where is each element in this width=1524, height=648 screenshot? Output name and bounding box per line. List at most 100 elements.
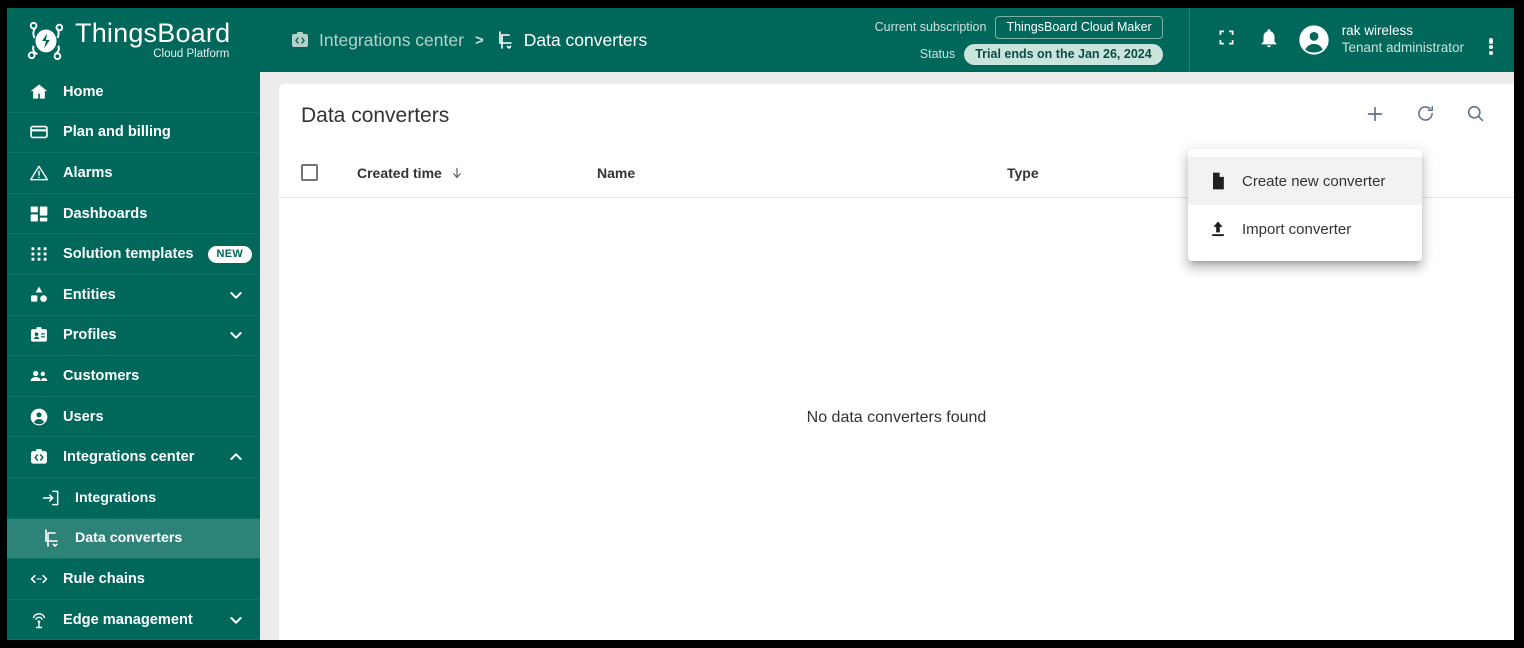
brand-subtitle: Cloud Platform [153, 47, 230, 60]
sidebar: Home Plan and billing Alarms Dashboards [7, 72, 260, 640]
arrow-down-icon [450, 166, 464, 180]
column-header-label: Created time [357, 164, 442, 181]
empty-state-message: No data converters found [806, 409, 987, 426]
fullscreen-icon [1216, 27, 1237, 53]
vertical-dots-icon [1489, 38, 1493, 55]
column-header-label: Name [597, 164, 636, 181]
alarm-warning-icon [29, 163, 49, 183]
sidebar-item-data-converters[interactable]: Data converters [7, 518, 260, 560]
integration-arrow-icon [41, 488, 61, 508]
status-row: Status Trial ends on the Jan 26, 2024 [919, 43, 1163, 65]
sidebar-item-label: Home [63, 83, 104, 100]
sidebar-item-label: Data converters [75, 530, 183, 547]
sidebar-item-label: Rule chains [63, 570, 145, 587]
app-frame: ThingsBoard Cloud Platform Integrations … [7, 8, 1514, 640]
menu-item-create-new-converter[interactable]: Create new converter [1188, 157, 1422, 205]
data-converter-icon [41, 528, 61, 548]
sidebar-item-integrations-center[interactable]: Integrations center [7, 437, 260, 478]
user-circle-icon [29, 407, 49, 427]
sidebar-item-dashboards[interactable]: Dashboards [7, 194, 260, 235]
column-header-name[interactable]: Name [597, 165, 1007, 181]
notifications-button[interactable] [1248, 19, 1290, 61]
status-label: Status [919, 47, 956, 61]
entities-icon [29, 285, 49, 305]
sidebar-item-label: Profiles [63, 327, 117, 344]
sidebar-item-label: Integrations center [63, 449, 195, 466]
sidebar-item-label: Integrations [75, 489, 157, 506]
rule-chains-icon [29, 569, 49, 589]
card-toolbar [1352, 93, 1498, 139]
sidebar-item-label: Users [63, 408, 104, 425]
search-button[interactable] [1452, 93, 1498, 139]
subscription-row: Current subscription ThingsBoard Cloud M… [874, 15, 1163, 39]
chevron-down-icon [228, 287, 244, 303]
menu-item-label: Import converter [1242, 220, 1352, 238]
sidebar-item-integrations[interactable]: Integrations [7, 478, 260, 519]
chevron-down-icon [228, 612, 244, 628]
sidebar-item-rule-chains[interactable]: Rule chains [7, 559, 260, 600]
subscription-info: Current subscription ThingsBoard Cloud M… [874, 15, 1163, 65]
brand-logo[interactable]: ThingsBoard Cloud Platform [7, 8, 260, 72]
search-icon [1465, 103, 1486, 129]
subscription-plan-badge[interactable]: ThingsBoard Cloud Maker [995, 15, 1163, 39]
brand-title: ThingsBoard [75, 17, 231, 48]
sidebar-item-label: Alarms [63, 164, 113, 181]
bell-icon [1258, 27, 1280, 54]
breadcrumb-item-data-converters[interactable]: Data converters [495, 30, 647, 51]
sidebar-item-entities[interactable]: Entities [7, 275, 260, 316]
account-circle-icon [1298, 24, 1330, 56]
chevron-down-icon [228, 327, 244, 343]
user-role: Tenant administrator [1341, 40, 1464, 55]
page-title: Data converters [301, 104, 450, 127]
top-bar: ThingsBoard Cloud Platform Integrations … [7, 8, 1514, 72]
sidebar-item-edge-management[interactable]: Edge management [7, 600, 260, 640]
refresh-button[interactable] [1402, 93, 1448, 139]
breadcrumb: Integrations center > Data converters [260, 30, 875, 51]
integrations-center-icon [29, 447, 49, 467]
column-header-created-time[interactable]: Created time [357, 165, 597, 181]
integrations-center-icon [290, 30, 310, 50]
fullscreen-button[interactable] [1206, 19, 1248, 61]
thingsboard-bug-logo-icon [25, 19, 67, 61]
select-all-checkbox[interactable] [301, 164, 318, 181]
card-header: Data converters [279, 84, 1514, 148]
column-header-label: Type [1007, 164, 1039, 181]
status-badge[interactable]: Trial ends on the Jan 26, 2024 [964, 43, 1163, 65]
empty-state: No data converters found [279, 198, 1514, 638]
menu-item-label: Create new converter [1242, 172, 1386, 190]
sidebar-item-plan-and-billing[interactable]: Plan and billing [7, 113, 260, 154]
credit-card-icon [29, 122, 49, 142]
sidebar-item-label: Plan and billing [63, 124, 171, 141]
sidebar-item-profiles[interactable]: Profiles [7, 316, 260, 357]
customers-icon [29, 366, 49, 386]
breadcrumb-separator: > [474, 31, 484, 49]
chevron-up-icon [228, 449, 244, 465]
breadcrumb-label: Integrations center [319, 29, 464, 50]
breadcrumb-item-integrations-center[interactable]: Integrations center [290, 30, 464, 51]
profiles-icon [29, 325, 49, 345]
sidebar-item-label: Solution templates [63, 246, 194, 263]
sidebar-item-label: Entities [63, 286, 116, 303]
sidebar-item-customers[interactable]: Customers [7, 356, 260, 397]
subscription-label: Current subscription [874, 20, 987, 34]
plus-icon [1364, 103, 1386, 130]
header-more-button[interactable] [1474, 19, 1508, 61]
user-menu[interactable]: rak wireless Tenant administrator [1298, 23, 1464, 57]
sidebar-item-users[interactable]: Users [7, 397, 260, 438]
home-icon [29, 82, 49, 102]
menu-item-import-converter[interactable]: Import converter [1188, 205, 1422, 253]
refresh-icon [1415, 103, 1436, 129]
user-name: rak wireless [1341, 23, 1413, 39]
sidebar-item-alarms[interactable]: Alarms [7, 153, 260, 194]
sidebar-item-home[interactable]: Home [7, 72, 260, 113]
sidebar-item-label: Dashboards [63, 205, 148, 222]
data-converter-icon [495, 30, 515, 50]
edge-antenna-icon [29, 610, 49, 630]
sidebar-item-label: Edge management [63, 611, 193, 628]
sidebar-item-label: Customers [63, 367, 140, 384]
upload-icon [1208, 219, 1228, 239]
add-converter-button[interactable] [1352, 93, 1398, 139]
header-actions: rak wireless Tenant administrator [1190, 19, 1514, 61]
sidebar-item-solution-templates[interactable]: Solution templates NEW [7, 234, 260, 275]
create-converter-menu: Create new converter Import converter [1188, 149, 1422, 261]
